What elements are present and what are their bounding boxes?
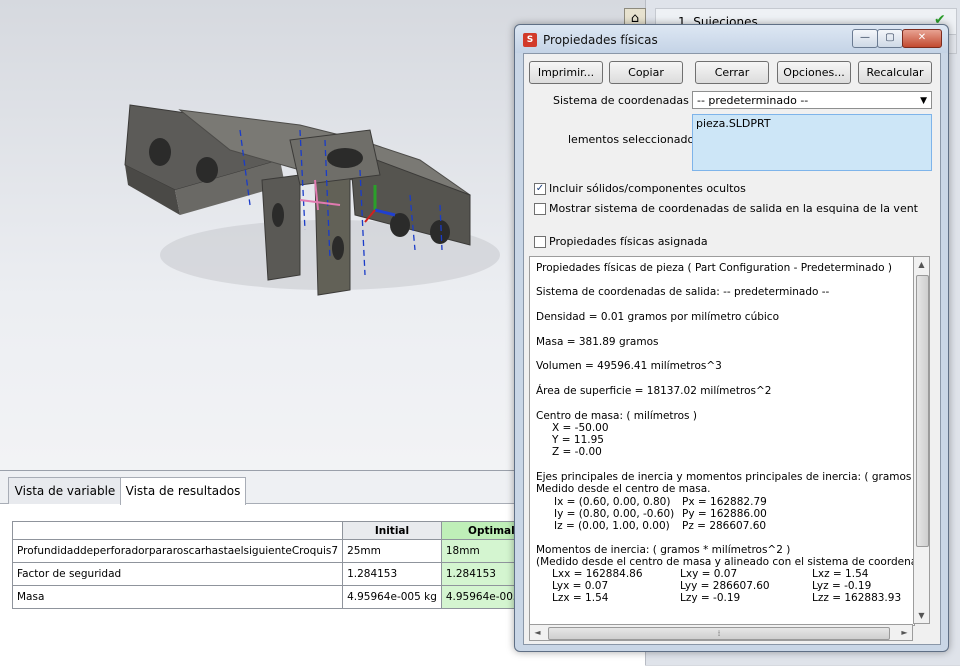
coord-system-select[interactable]: -- predeterminado -- ▼ [692,91,932,109]
row-label: Factor de seguridad [11,562,344,586]
report-textbox[interactable]: Propiedades físicas de pieza ( Part Conf… [529,256,915,626]
results-table: Initial Optimal Profundidaddeperforadorp… [11,521,542,609]
print-button[interactable]: Imprimir... [529,61,603,84]
physical-properties-dialog: S Propiedades físicas — ▢ ✕ Imprimir... … [514,24,949,652]
report-line: Medido desde el centro de masa. [536,483,711,495]
row-label: Profundidaddeperforadorpararoscarhastael… [11,539,344,563]
show-output-axes-label: Mostrar sistema de coordenadas de salida… [549,202,918,215]
include-hidden-label: Incluir sólidos/componentes ocultos [549,182,746,195]
report-line: Lxz = 1.54 [812,568,869,580]
report-line: Lxy = 0.07 [680,568,738,580]
horizontal-scrollbar[interactable]: ◄ ⁞ ► [529,624,913,641]
tab-vista-de-variable[interactable]: Vista de variable [8,477,122,504]
include-hidden-checkbox[interactable]: ✓ [534,183,546,195]
report-line: Pz = 286607.60 [682,520,767,532]
close-button[interactable]: ✕ [902,29,942,48]
minimize-button[interactable]: — [852,29,878,48]
assigned-properties-checkbox[interactable] [534,236,546,248]
report-line: X = -50.00 [552,422,609,434]
report-line: Lzx = 1.54 [552,592,609,604]
recalculate-button[interactable]: Recalcular [858,61,932,84]
scroll-up-icon[interactable]: ▲ [914,257,929,272]
report-line: Densidad = 0.01 gramos por milímetro cúb… [536,311,780,323]
initial-value: 4.95964e-005 kg [342,585,442,609]
report-line: Z = -0.00 [552,446,602,458]
report-line: Volumen = 49596.41 milímetros^3 [536,360,722,372]
coord-system-label: Sistema de coordenadas de [553,94,707,107]
dialog-titlebar[interactable]: S Propiedades físicas — ▢ ✕ [515,25,948,53]
report-line: Sistema de coordenadas de salida: -- pre… [536,286,830,298]
row-label: Masa [11,585,344,609]
table-header-row: Initial Optimal [11,521,542,540]
dialog-title: Propiedades físicas [543,33,658,47]
table-row[interactable]: Factor de seguridad 1.284153 1.284153 [11,562,542,586]
close-dialog-button[interactable]: Cerrar [695,61,769,84]
report-line: Lxx = 162884.86 [552,568,643,580]
assigned-properties-label: Propiedades físicas asignada [549,235,708,248]
report-header: Propiedades físicas de pieza ( Part Conf… [536,262,892,274]
report-line: Ix = (0.60, 0.00, 0.80) [554,496,671,508]
scroll-right-icon[interactable]: ► [897,625,912,640]
vertical-scrollbar[interactable]: ▲ ▼ [913,256,930,624]
maximize-button[interactable]: ▢ [877,29,903,48]
initial-value: 25mm [342,539,442,563]
report-line: Lyy = 286607.60 [680,580,770,592]
report-line: Masa = 381.89 gramos [536,336,659,348]
report-line: Iz = (0.00, 1.00, 0.00) [554,520,670,532]
report-line: Lyx = 0.07 [552,580,609,592]
table-row[interactable]: Masa 4.95964e-005 kg 4.95964e-005 kg [11,585,542,609]
report-line: Área de superficie = 18137.02 milímetros… [536,385,772,397]
report-line: Px = 162882.79 [682,496,767,508]
tab-vista-de-resultados[interactable]: Vista de resultados [120,477,246,505]
scroll-thumb[interactable]: ⁞ [548,627,890,640]
scroll-thumb[interactable] [916,275,929,547]
copy-button[interactable]: Copiar [609,61,683,84]
show-output-axes-checkbox[interactable] [534,203,546,215]
header-cell [11,521,344,540]
selected-items-list[interactable]: pieza.SLDPRT [692,114,932,171]
report-line: Lzz = 162883.93 [812,592,902,604]
dialog-client: Imprimir... Copiar Cerrar Opciones... Re… [523,53,941,645]
report-line: Y = 11.95 [552,434,604,446]
chevron-down-icon[interactable]: ▼ [920,92,927,110]
report-line: Ejes principales de inercia y momentos p… [536,471,915,483]
report-line: Centro de masa: ( milímetros ) [536,410,697,422]
initial-value: 1.284153 [342,562,442,586]
header-cell-initial[interactable]: Initial [342,521,442,540]
report-line: (Medido desde el centro de masa y alinea… [536,556,915,568]
table-row[interactable]: Profundidaddeperforadorpararoscarhastael… [11,539,542,563]
report-line: Momentos de inercia: ( gramos * milímetr… [536,544,791,556]
scroll-down-icon[interactable]: ▼ [914,608,929,623]
selected-items-label: lementos seleccionados: [568,133,704,146]
coord-system-value: -- predeterminado -- [697,94,809,107]
report-line: Py = 162886.00 [682,508,767,520]
list-item[interactable]: pieza.SLDPRT [696,117,928,130]
report-line: Iy = (0.80, 0.00, -0.60) [554,508,675,520]
report-line: Lzy = -0.19 [680,592,741,604]
solidworks-icon: S [523,33,537,47]
options-button[interactable]: Opciones... [777,61,851,84]
scroll-left-icon[interactable]: ◄ [530,625,545,640]
report-line: Lyz = -0.19 [812,580,872,592]
